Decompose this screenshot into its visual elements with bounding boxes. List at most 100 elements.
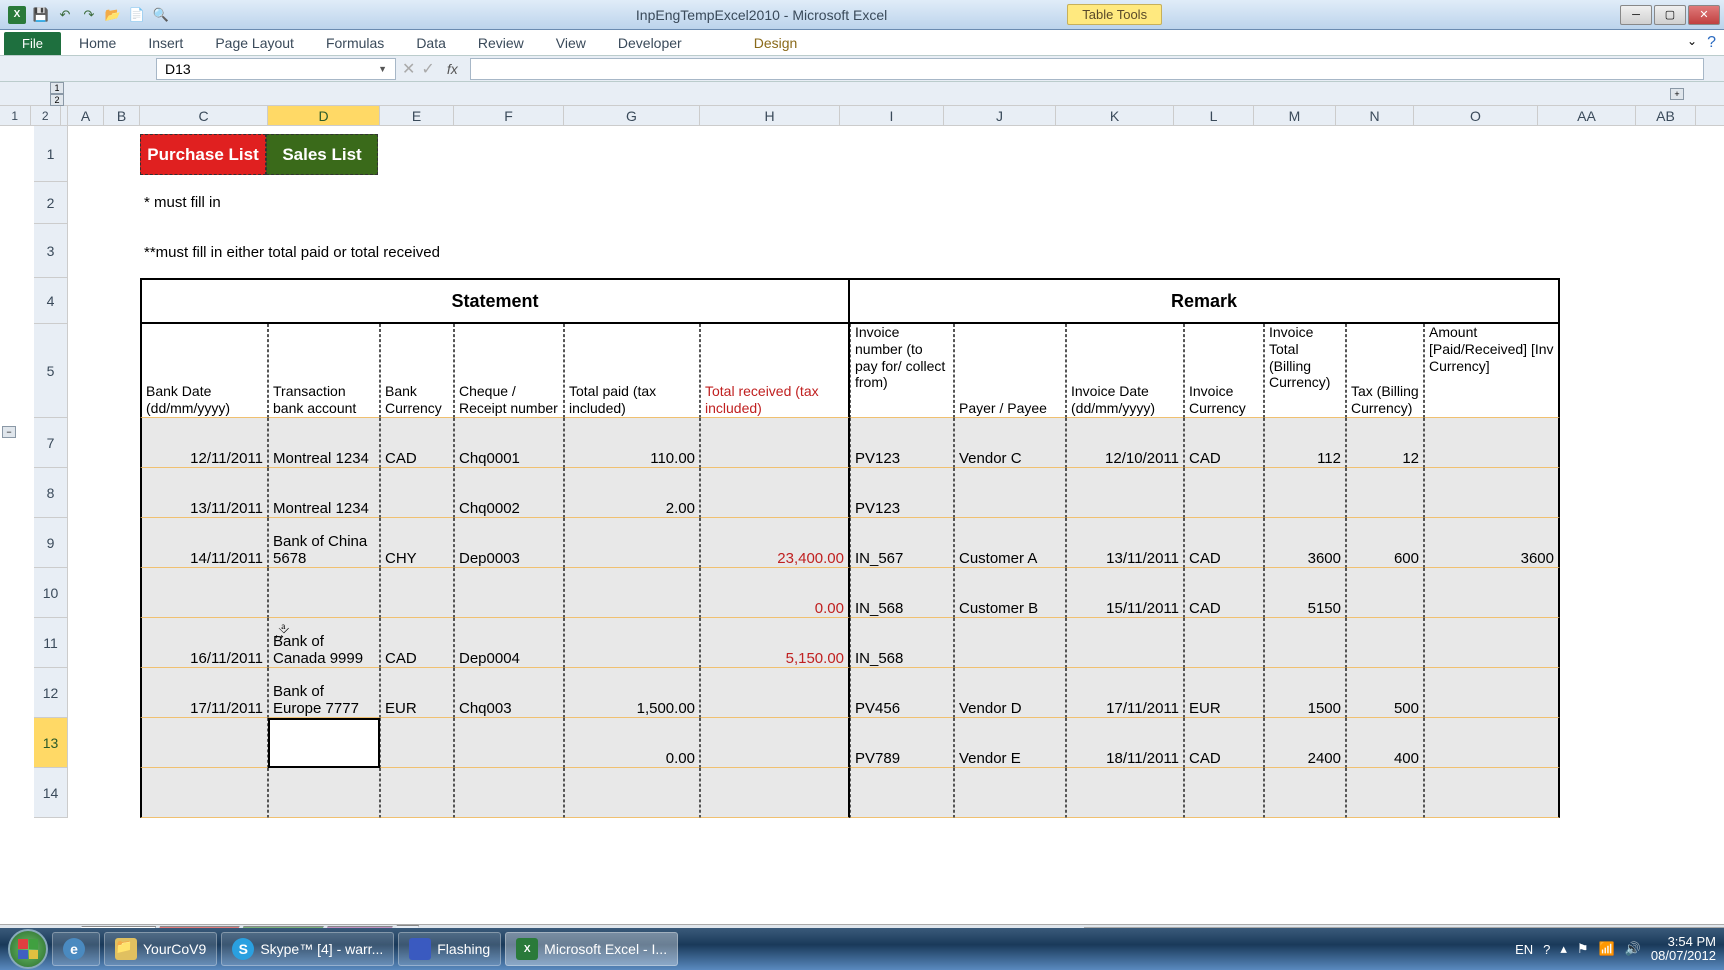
open-icon[interactable]: 📂 — [104, 6, 122, 24]
row-14[interactable]: 14 — [34, 768, 68, 818]
table-cell[interactable]: IN_567 — [850, 518, 954, 568]
tab-data[interactable]: Data — [402, 31, 460, 55]
table-cell[interactable]: 15/11/2011 — [1066, 568, 1184, 618]
table-cell[interactable] — [1424, 418, 1560, 468]
row-10[interactable]: 10 — [34, 568, 68, 618]
table-cell[interactable] — [954, 618, 1066, 668]
volume-icon[interactable]: 🔊 — [1625, 941, 1641, 957]
table-cell[interactable] — [140, 568, 268, 618]
tab-page-layout[interactable]: Page Layout — [201, 31, 308, 55]
table-cell[interactable]: Vendor C — [954, 418, 1066, 468]
table-cell[interactable]: 2.00 — [564, 468, 700, 518]
table-cell[interactable] — [954, 768, 1066, 818]
row-7[interactable]: 7 — [34, 418, 68, 468]
flag-icon[interactable]: ⚑ — [1577, 941, 1589, 957]
table-cell[interactable]: IN_568 — [850, 618, 954, 668]
row-outline-collapse[interactable]: − — [2, 426, 16, 438]
col-O[interactable]: O — [1414, 106, 1538, 125]
table-cell[interactable] — [380, 468, 454, 518]
table-cell[interactable]: Customer A — [954, 518, 1066, 568]
table-cell[interactable]: 5,150.00 — [700, 618, 850, 668]
tab-developer[interactable]: Developer — [604, 31, 696, 55]
table-cell[interactable] — [1066, 618, 1184, 668]
name-box[interactable]: D13 ▼ — [156, 58, 396, 80]
table-cell[interactable]: Bank of Europe 7777 — [268, 668, 380, 718]
table-cell[interactable]: Dep0003 — [454, 518, 564, 568]
table-cell[interactable]: Customer B — [954, 568, 1066, 618]
table-cell[interactable]: 400 — [1346, 718, 1424, 768]
table-cell[interactable]: 17/11/2011 — [1066, 668, 1184, 718]
col-J[interactable]: J — [944, 106, 1056, 125]
namebox-dropdown-icon[interactable]: ▼ — [378, 64, 387, 74]
select-all-corner[interactable]: 1 2 — [0, 106, 68, 125]
row-outline-2[interactable]: 2 — [31, 106, 62, 125]
table-cell[interactable] — [1424, 468, 1560, 518]
worksheet[interactable]: 1 2 + 1 2 A B C D E F G H I J K L M N O — [0, 82, 1724, 924]
table-cell[interactable] — [1264, 468, 1346, 518]
table-cell[interactable] — [1184, 468, 1264, 518]
redo-icon[interactable]: ↷ — [80, 6, 98, 24]
table-cell[interactable]: 1500 — [1264, 668, 1346, 718]
table-cell[interactable] — [564, 518, 700, 568]
col-G[interactable]: G — [564, 106, 700, 125]
table-cell[interactable]: 12/10/2011 — [1066, 418, 1184, 468]
table-cell[interactable]: CAD — [380, 418, 454, 468]
col-H[interactable]: H — [700, 106, 840, 125]
row-11[interactable]: 11 — [34, 618, 68, 668]
col-outline-expand[interactable]: + — [1670, 88, 1684, 100]
row-outline-1[interactable]: 1 — [0, 106, 31, 125]
col-K[interactable]: K — [1056, 106, 1174, 125]
table-cell[interactable]: CAD — [380, 618, 454, 668]
col-AA[interactable]: AA — [1538, 106, 1636, 125]
preview-icon[interactable]: 🔍 — [152, 6, 170, 24]
col-F[interactable]: F — [454, 106, 564, 125]
sales-list-button[interactable]: Sales List — [266, 134, 378, 175]
tab-design[interactable]: Design — [740, 31, 812, 55]
table-cell[interactable] — [564, 568, 700, 618]
new-icon[interactable]: 📄 — [128, 6, 146, 24]
active-cell[interactable] — [268, 718, 380, 768]
row-13[interactable]: 13 — [34, 718, 68, 768]
table-cell[interactable]: 12 — [1346, 418, 1424, 468]
table-cell[interactable]: Bank of Canada 9999 — [268, 618, 380, 668]
save-icon[interactable]: 💾 — [32, 6, 50, 24]
tab-home[interactable]: Home — [65, 31, 130, 55]
col-N[interactable]: N — [1336, 106, 1414, 125]
table-cell[interactable] — [1264, 618, 1346, 668]
table-cell[interactable] — [1346, 468, 1424, 518]
table-cell[interactable]: 18/11/2011 — [1066, 718, 1184, 768]
table-cell[interactable] — [700, 418, 850, 468]
tab-formulas[interactable]: Formulas — [312, 31, 398, 55]
table-cell[interactable]: PV123 — [850, 418, 954, 468]
table-cell[interactable]: 14/11/2011 — [140, 518, 268, 568]
table-cell[interactable]: 500 — [1346, 668, 1424, 718]
close-button[interactable]: ✕ — [1688, 5, 1720, 25]
table-cell[interactable] — [700, 718, 850, 768]
undo-icon[interactable]: ↶ — [56, 6, 74, 24]
table-cell[interactable] — [140, 768, 268, 818]
table-cell[interactable] — [140, 718, 268, 768]
language-indicator[interactable]: EN — [1515, 942, 1533, 957]
col-E[interactable]: E — [380, 106, 454, 125]
table-cell[interactable]: 13/11/2011 — [1066, 518, 1184, 568]
row-1[interactable]: 1 — [34, 126, 68, 182]
table-cell[interactable] — [1346, 618, 1424, 668]
table-cell[interactable]: 0.00 — [700, 568, 850, 618]
taskbar-flashing[interactable]: Flashing — [398, 932, 501, 966]
table-cell[interactable] — [380, 568, 454, 618]
table-cell[interactable] — [564, 768, 700, 818]
col-outline-1[interactable]: 1 — [50, 82, 64, 94]
table-cell[interactable]: CAD — [1184, 518, 1264, 568]
col-D[interactable]: D — [268, 106, 380, 125]
col-B[interactable]: B — [104, 106, 140, 125]
file-tab[interactable]: File — [4, 32, 61, 55]
table-cell[interactable]: CAD — [1184, 568, 1264, 618]
table-cell[interactable]: Montreal 1234 — [268, 468, 380, 518]
table-cell[interactable] — [564, 618, 700, 668]
table-cell[interactable] — [1424, 668, 1560, 718]
table-cell[interactable]: 16/11/2011 — [140, 618, 268, 668]
table-cell[interactable]: EUR — [1184, 668, 1264, 718]
table-cell[interactable] — [1424, 568, 1560, 618]
table-cell[interactable] — [1264, 768, 1346, 818]
table-cell[interactable] — [1424, 618, 1560, 668]
